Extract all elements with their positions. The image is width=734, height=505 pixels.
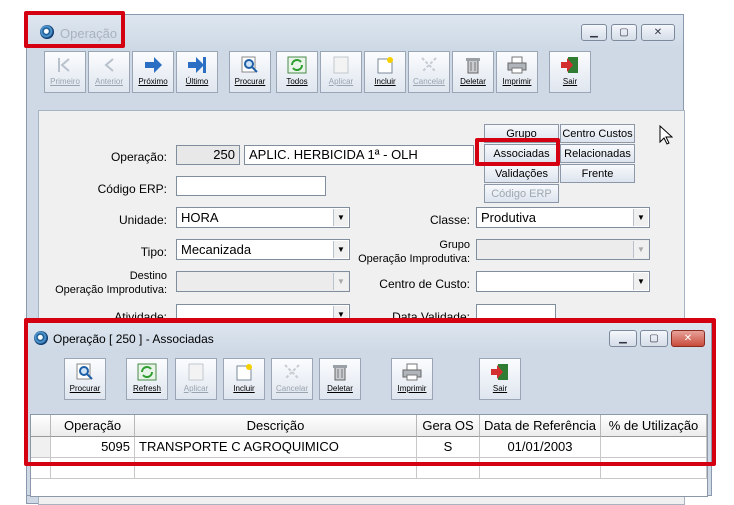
associadas-highlight-box [475,138,560,166]
maximize-icon[interactable]: ▢ [611,24,637,41]
classe-value: Produtiva [481,210,536,225]
centro-custo-label: Centro de Custo: [379,277,470,291]
toolbar-last-label: Último [185,77,209,86]
codigo-erp-button[interactable]: Código ERP [484,184,559,203]
first-record-icon [54,55,76,75]
toolbar-all-button[interactable]: Todos [276,51,318,93]
child-window-highlight-box [24,318,716,466]
toolbar-first-label: Primeiro [50,77,80,86]
relacionadas-button[interactable]: Relacionadas [560,144,635,163]
validacoes-button[interactable]: Validações [484,164,559,183]
classe-label: Classe: [429,213,470,227]
toolbar-insert-label: Incluir [374,77,396,86]
operacao-label: Operação: [110,150,167,164]
last-record-icon [186,55,208,75]
destino-label-line1: Destino [129,270,167,282]
search-icon [239,55,261,75]
toolbar-insert-button[interactable]: Incluir [364,51,406,93]
toolbar-previous-button[interactable]: Anterior [88,51,130,93]
exit-door-icon [559,55,581,75]
toolbar-apply-button[interactable]: Aplicar [320,51,362,93]
frente-button[interactable]: Frente [560,164,635,183]
codigo-erp-label: Código ERP: [97,182,167,196]
toolbar-next-button[interactable]: Próximo [132,51,174,93]
chevron-down-icon[interactable]: ▼ [633,209,648,226]
destino-label-line2: Operação Improdutiva: [55,284,167,296]
toolbar-delete-button[interactable]: Deletar [452,51,494,93]
grupo-improdutiva-select[interactable]: ▼ [476,239,650,260]
toolbar-last-button[interactable]: Último [176,51,218,93]
toolbar-cancel-label: Cancelar [412,77,445,86]
cancel-icon [418,55,440,75]
title-highlight-box [24,11,125,48]
destino-improdutiva-select[interactable]: ▼ [176,271,350,292]
tipo-select[interactable]: Mecanizada ▼ [176,239,350,260]
tipo-label: Tipo: [140,245,167,259]
minimize-icon[interactable]: ▁ [581,24,607,41]
toolbar-apply-label: Aplicar [328,77,354,86]
grupo-improdutiva-label-line1: Grupo [439,239,470,251]
toolbar-exit-button[interactable]: Sair [549,51,591,93]
classe-select[interactable]: Produtiva ▼ [476,207,650,228]
centro-custo-select[interactable]: ▼ [476,271,650,292]
unidade-select[interactable]: HORA ▼ [176,207,350,228]
unidade-value: HORA [181,210,219,225]
toolbar-cancel-button[interactable]: Cancelar [408,51,450,93]
apply-icon [330,55,352,75]
chevron-down-icon[interactable]: ▼ [633,241,648,258]
toolbar-print-label: Imprimir [502,77,532,86]
new-record-icon [374,55,396,75]
next-record-icon [142,55,164,75]
main-title-bar[interactable]: Operação ▁ ▢ ✕ [27,15,683,51]
toolbar-print-button[interactable]: Imprimir [496,51,538,93]
chevron-down-icon[interactable]: ▼ [633,273,648,290]
toolbar-delete-label: Deletar [460,77,486,86]
toolbar-all-label: Todos [286,77,308,86]
chevron-down-icon[interactable]: ▼ [333,209,348,226]
codigo-erp-field[interactable] [176,176,326,196]
centro-custos-button[interactable]: Centro Custos [560,124,635,143]
toolbar-first-button[interactable]: Primeiro [44,51,86,93]
operacao-code-field: 250 [176,145,240,165]
toolbar-previous-label: Anterior [94,77,123,86]
close-icon[interactable]: ✕ [641,24,675,41]
refresh-all-icon [286,55,308,75]
previous-record-icon [98,55,120,75]
printer-icon [506,55,528,75]
grupo-improdutiva-label-line2: Operação Improdutiva: [358,253,470,265]
mouse-cursor-icon [659,125,673,145]
toolbar-exit-label: Sair [562,77,578,86]
toolbar-next-label: Próximo [138,77,168,86]
operacao-description-field[interactable]: APLIC. HERBICIDA 1ª - OLH [244,145,474,165]
toolbar-search-button[interactable]: Procurar [229,51,271,93]
toolbar-search-label: Procurar [234,77,266,86]
tipo-value: Mecanizada [181,242,252,257]
trash-icon [462,55,484,75]
unidade-label: Unidade: [118,213,167,227]
